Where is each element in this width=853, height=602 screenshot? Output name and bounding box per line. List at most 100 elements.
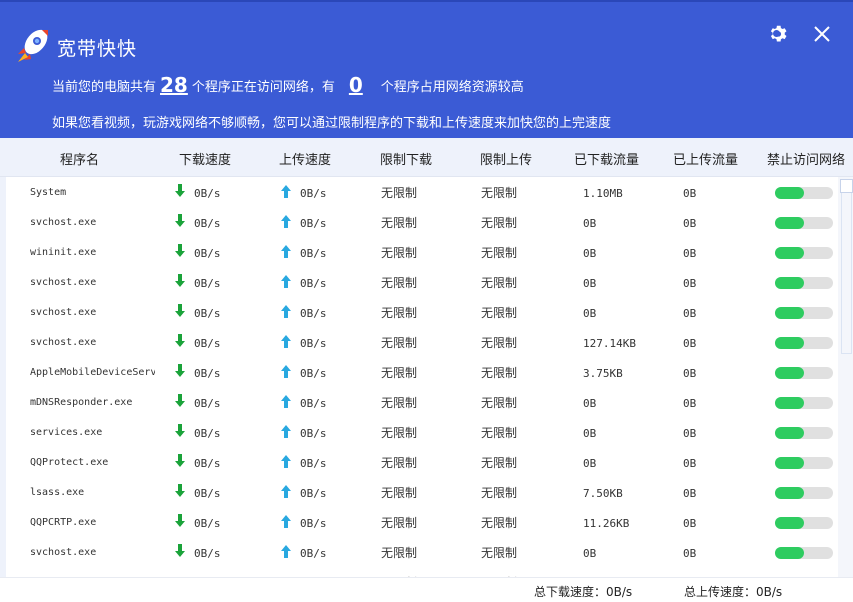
arrow-up-icon	[280, 244, 292, 258]
download-speed: 0B/s	[194, 547, 221, 560]
limit-download[interactable]: 无限制	[381, 274, 417, 291]
block-network-toggle[interactable]	[775, 217, 833, 229]
limit-download[interactable]: 无限制	[381, 184, 417, 201]
table-row[interactable]: wininit.exe 0B/s 0B/s 无限制 无限制 0B 0B	[0, 237, 838, 267]
arrow-down-icon	[174, 484, 186, 498]
toggle-knob	[775, 367, 804, 379]
col-limit-download[interactable]: 限制下载	[380, 149, 432, 168]
limit-download[interactable]: 无限制	[381, 304, 417, 321]
block-network-toggle[interactable]	[775, 307, 833, 319]
uploaded-amount: 0B	[683, 337, 697, 350]
block-network-toggle[interactable]	[775, 547, 833, 559]
process-name: svchost.exe	[30, 217, 97, 228]
scrollbar-thumb[interactable]	[840, 179, 853, 193]
downloaded-amount: 0B	[583, 427, 597, 440]
col-program-name[interactable]: 程序名	[60, 149, 99, 168]
table-row[interactable]: svchost.exe 0B/s 0B/s 无限制 无限制 0B 0B	[0, 537, 838, 567]
arrow-up-icon	[280, 514, 292, 528]
limit-upload[interactable]: 无限制	[481, 364, 517, 381]
arrow-down-icon	[174, 184, 186, 198]
block-network-toggle[interactable]	[775, 487, 833, 499]
limit-upload[interactable]: 无限制	[481, 274, 517, 291]
arrow-down-icon	[174, 544, 186, 558]
upload-speed: 0B/s	[300, 337, 327, 350]
limit-download[interactable]: 无限制	[381, 454, 417, 471]
download-speed: 0B/s	[194, 337, 221, 350]
table-row[interactable]: QQPCRTP.exe 0B/s 0B/s 无限制 无限制 11.26KB 0B	[0, 507, 838, 537]
uploaded-amount: 0B	[683, 487, 697, 500]
limit-download[interactable]: 无限制	[381, 334, 417, 351]
limit-upload[interactable]: 无限制	[481, 514, 517, 531]
table-row[interactable]: svchost.exe 0B/s 0B/s 无限制 无限制 0B 0B	[0, 207, 838, 237]
block-network-toggle[interactable]	[775, 337, 833, 349]
block-network-toggle[interactable]	[775, 427, 833, 439]
table-header: 程序名 下载速度 上传速度 限制下载 限制上传 已下载流量 已上传流量 禁止访问…	[0, 138, 853, 177]
block-network-toggle[interactable]	[775, 457, 833, 469]
col-upload-speed[interactable]: 上传速度	[279, 149, 331, 168]
process-name: mDNSResponder.exe	[30, 397, 133, 408]
col-block-network[interactable]: 禁止访问网络	[767, 149, 845, 168]
block-network-toggle[interactable]	[775, 187, 833, 199]
limit-upload[interactable]: 无限制	[481, 334, 517, 351]
arrow-up-icon	[280, 214, 292, 228]
toggle-knob	[775, 547, 804, 559]
block-network-toggle[interactable]	[775, 397, 833, 409]
process-name: AppleMobileDeviceServ	[30, 367, 155, 378]
arrow-down-icon	[174, 394, 186, 408]
table-row[interactable]: AppleMobileDeviceServ 0B/s 0B/s 无限制 无限制 3.75K…	[0, 357, 838, 387]
summary-suffix: 个程序占用网络资源较高	[380, 80, 524, 95]
summary-prefix: 当前您的电脑共有	[52, 80, 157, 95]
uploaded-amount: 0B	[683, 457, 697, 470]
downloaded-amount: 0B	[583, 307, 597, 320]
table-row[interactable]: svchost.exe 0B/s 0B/s 无限制 无限制 127.14KB 0B	[0, 327, 838, 357]
limit-upload[interactable]: 无限制	[481, 394, 517, 411]
table-row[interactable]: System 0B/s 0B/s 无限制 无限制 1.10MB 0B	[0, 177, 838, 207]
table-row[interactable]: mDNSResponder.exe 0B/s 0B/s 无限制 无限制 0B 0B	[0, 387, 838, 417]
limit-upload[interactable]: 无限制	[481, 244, 517, 261]
limit-download[interactable]: 无限制	[381, 394, 417, 411]
downloaded-amount: 0B	[583, 397, 597, 410]
scrollbar-track[interactable]	[841, 193, 852, 354]
downloaded-amount: 127.14KB	[583, 337, 636, 350]
upload-speed: 0B/s	[300, 307, 327, 320]
limit-download[interactable]: 无限制	[381, 364, 417, 381]
app-header: 宽带快快 当前您的电脑共有 28 个程序正在访问网络，有 0 个程序占用网络资源较高 如…	[0, 0, 853, 138]
toggle-knob	[775, 307, 804, 319]
limit-download[interactable]: 无限制	[381, 244, 417, 261]
table-row[interactable]: QQProtect.exe 0B/s 0B/s 无限制 无限制 0B 0B	[0, 447, 838, 477]
col-uploaded[interactable]: 已上传流量	[673, 149, 738, 168]
limit-download[interactable]: 无限制	[381, 484, 417, 501]
limit-download[interactable]: 无限制	[381, 424, 417, 441]
gear-icon[interactable]	[766, 22, 790, 46]
limit-download[interactable]: 无限制	[381, 544, 417, 561]
limit-upload[interactable]: 无限制	[481, 544, 517, 561]
limit-download[interactable]: 无限制	[381, 214, 417, 231]
limit-download[interactable]: 无限制	[381, 514, 417, 531]
block-network-toggle[interactable]	[775, 247, 833, 259]
upload-speed: 0B/s	[300, 217, 327, 230]
limit-upload[interactable]: 无限制	[481, 424, 517, 441]
table-row[interactable]: svchost.exe 0B/s 0B/s 无限制 无限制 0B 0B	[0, 297, 838, 327]
toggle-knob	[775, 217, 804, 229]
limit-upload[interactable]: 无限制	[481, 184, 517, 201]
table-row[interactable]: svchost.exe 0B/s 0B/s 无限制 无限制 0B 0B	[0, 267, 838, 297]
table-row[interactable]: services.exe 0B/s 0B/s 无限制 无限制 0B 0B	[0, 417, 838, 447]
arrow-down-icon	[174, 514, 186, 528]
tip-text: 如果您看视频，玩游戏网络不够顺畅，您可以通过限制程序的下载和上传速度来加快您的上…	[52, 116, 612, 131]
block-network-toggle[interactable]	[775, 367, 833, 379]
limit-upload[interactable]: 无限制	[481, 304, 517, 321]
scrollbar[interactable]	[838, 177, 853, 577]
block-network-toggle[interactable]	[775, 517, 833, 529]
col-limit-upload[interactable]: 限制上传	[480, 149, 532, 168]
close-icon[interactable]	[810, 22, 834, 46]
table-row[interactable]: 无限制无限制	[0, 567, 838, 577]
col-download-speed[interactable]: 下载速度	[179, 149, 231, 168]
limit-upload[interactable]: 无限制	[481, 454, 517, 471]
block-network-toggle[interactable]	[775, 277, 833, 289]
header-top-strip	[0, 0, 853, 2]
col-downloaded[interactable]: 已下载流量	[574, 149, 639, 168]
app-title: 宽带快快	[57, 38, 138, 60]
limit-upload[interactable]: 无限制	[481, 484, 517, 501]
table-row[interactable]: lsass.exe 0B/s 0B/s 无限制 无限制 7.50KB 0B	[0, 477, 838, 507]
limit-upload[interactable]: 无限制	[481, 214, 517, 231]
